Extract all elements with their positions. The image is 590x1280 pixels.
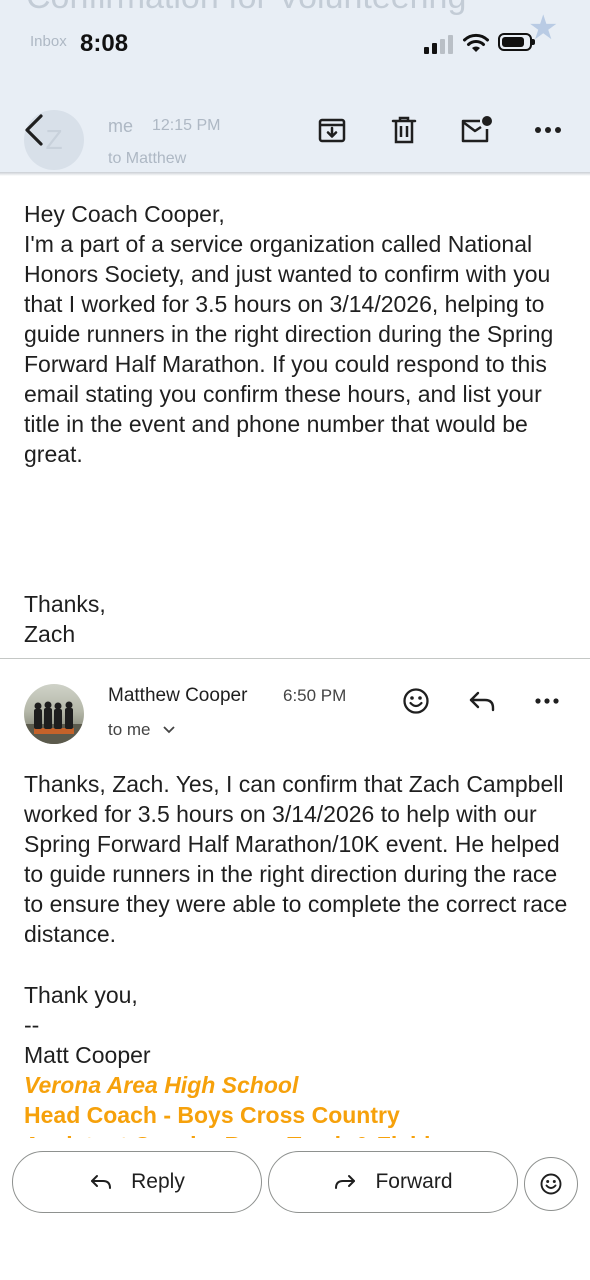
- reply-arrow-icon: [91, 1175, 112, 1189]
- forward-arrow-icon: [335, 1175, 356, 1189]
- recipient-label: to me: [108, 720, 151, 739]
- forward-label: Forward: [375, 1170, 453, 1193]
- signature-name: Matt Cooper: [24, 1042, 151, 1068]
- top-bar: Confirmation for Volunteering Inbox ★ Z …: [0, 0, 590, 172]
- signature-title-2: Assistant Coach - Boys Track & Field: [24, 1130, 569, 1138]
- message-1-signoff: Thanks, Zach: [24, 589, 106, 649]
- bottom-action-bar: Reply Forward: [0, 1140, 590, 1280]
- message-2-closing: Thank you,: [24, 982, 138, 1008]
- reply-label: Reply: [131, 1170, 185, 1193]
- recipient-details[interactable]: to me: [108, 720, 175, 740]
- wifi-icon: [463, 33, 489, 52]
- signal-icon: [424, 34, 454, 54]
- toolbar-shadow: [0, 172, 590, 176]
- sender-name[interactable]: Matthew Cooper: [108, 685, 247, 707]
- battery-icon: [498, 33, 535, 51]
- more-horizontal-icon[interactable]: [530, 112, 566, 148]
- message-1-name: Zach: [24, 621, 76, 647]
- message-2-text: Thanks, Zach. Yes, I can confirm that Za…: [24, 771, 568, 947]
- back-arrow-icon[interactable]: [16, 112, 52, 148]
- message-2-signature: Thank you, -- Matt Cooper Verona Area Hi…: [24, 980, 569, 1138]
- avatar[interactable]: [24, 684, 84, 744]
- status-time: 8:08: [80, 30, 129, 57]
- archive-icon[interactable]: [314, 112, 350, 148]
- reply-button[interactable]: Reply: [12, 1151, 262, 1213]
- message-1-text: I'm a part of a service organization cal…: [24, 231, 554, 467]
- mark-unread-icon[interactable]: [458, 112, 494, 148]
- forward-button[interactable]: Forward: [268, 1151, 518, 1213]
- emoji-reaction-button[interactable]: [524, 1157, 578, 1211]
- message-divider: [0, 658, 590, 659]
- ghost-inbox-label: Inbox: [30, 33, 67, 50]
- signature-dashes: --: [24, 1012, 40, 1038]
- message-1-greeting: Hey Coach Cooper,: [24, 201, 225, 227]
- trash-icon[interactable]: [386, 112, 422, 148]
- message-2-body: Thanks, Zach. Yes, I can confirm that Za…: [24, 769, 569, 949]
- message-more-icon[interactable]: [530, 684, 564, 718]
- ghost-sender: me: [108, 116, 134, 136]
- ghost-time: 12:15 PM: [152, 117, 221, 134]
- signature-title-1: Head Coach - Boys Cross Country: [24, 1102, 400, 1128]
- ghost-recipient: to Matthew: [108, 150, 187, 167]
- signature-school: Verona Area High School: [24, 1072, 299, 1098]
- message-time: 6:50 PM: [283, 686, 347, 705]
- reply-icon[interactable]: [465, 684, 499, 718]
- chevron-down-icon: [162, 726, 175, 734]
- emoji-icon: [540, 1173, 562, 1195]
- message-1-body: Hey Coach Cooper, I'm a part of a servic…: [24, 199, 569, 469]
- emoji-react-icon[interactable]: [399, 684, 433, 718]
- ghost-subject: Confirmation for Volunteering: [26, 0, 466, 17]
- message-1-closing: Thanks,: [24, 591, 106, 617]
